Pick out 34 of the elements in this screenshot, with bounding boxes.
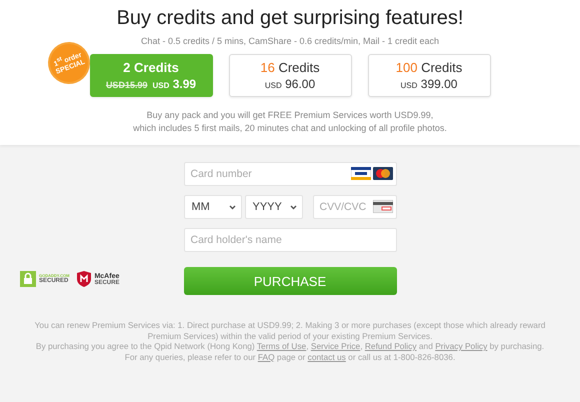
cardholder-name-field[interactable]: Card holder's name xyxy=(184,228,396,252)
chevron-icon xyxy=(290,204,296,210)
footer-link[interactable]: Terms of Use xyxy=(256,341,306,351)
credit-pack-option[interactable]: 16 Credits USD 96.00 xyxy=(228,54,352,97)
credit-pack-option[interactable]: 2 Credits USD15.99 USD 3.99 xyxy=(90,54,212,97)
pricing-note: Chat - 0.5 credits / 5 mins, CamShare - 0.6 credits/min, Mail - 1 credit each xyxy=(140,36,440,46)
credit-amount: 2 Credits xyxy=(123,60,179,75)
footer-link[interactable]: Service Price xyxy=(310,341,360,351)
offer-text: Buy any pack and you will get FREE Premium Services worth USD9.99, which includes 5 first mails, 20 minutes chat and unlocking of all profile photos. xyxy=(133,109,447,134)
footer-link[interactable]: contact us xyxy=(308,352,346,362)
price: USD 3.99 xyxy=(152,77,196,91)
credit-amount: 100 Credits xyxy=(396,60,462,75)
price: USD 399.00 xyxy=(400,77,458,91)
shield-icon xyxy=(77,271,92,287)
month-select[interactable]: MM xyxy=(184,195,242,219)
footer-text: You can renew Premium Services via: 1. Direct purchase at USD9.99; 2. Making 3 or more purchases (except those which already reward Premium Services) within the valid period of your existing Premium Services. xyxy=(34,320,546,341)
footer-link[interactable]: FAQ xyxy=(258,352,275,362)
footer-link[interactable]: Privacy Policy xyxy=(435,341,488,351)
purchase-button[interactable]: PURCHASE xyxy=(184,267,396,295)
price: USD 96.00 xyxy=(264,77,316,91)
credit-amount: 16 Credits xyxy=(260,60,320,75)
footer-link[interactable]: Refund Policy xyxy=(364,341,417,351)
footer-text: For any queries, please refer to our FAQ page or contact us or call us at 1-800-826-8036. xyxy=(124,352,456,362)
card-back-icon xyxy=(372,200,392,213)
year-select[interactable]: YYYY xyxy=(244,195,302,219)
footer-text: By purchasing you agree to the Qpid Network (Hong Kong) Terms of Use, Service Price, Refund Policy and Privacy Policy by purchasing. xyxy=(34,341,546,352)
circles-logo-icon xyxy=(372,167,392,180)
card-number-field[interactable]: Card number xyxy=(184,162,396,186)
page-title: Buy credits and get surprising features! xyxy=(116,7,464,30)
lock-icon xyxy=(20,271,36,287)
old-price: USD15.99 xyxy=(106,80,148,90)
credit-pack-option[interactable]: 100 Credits USD 399.00 xyxy=(368,54,490,97)
card-logo-icon xyxy=(350,167,370,180)
chevron-icon xyxy=(228,204,236,210)
